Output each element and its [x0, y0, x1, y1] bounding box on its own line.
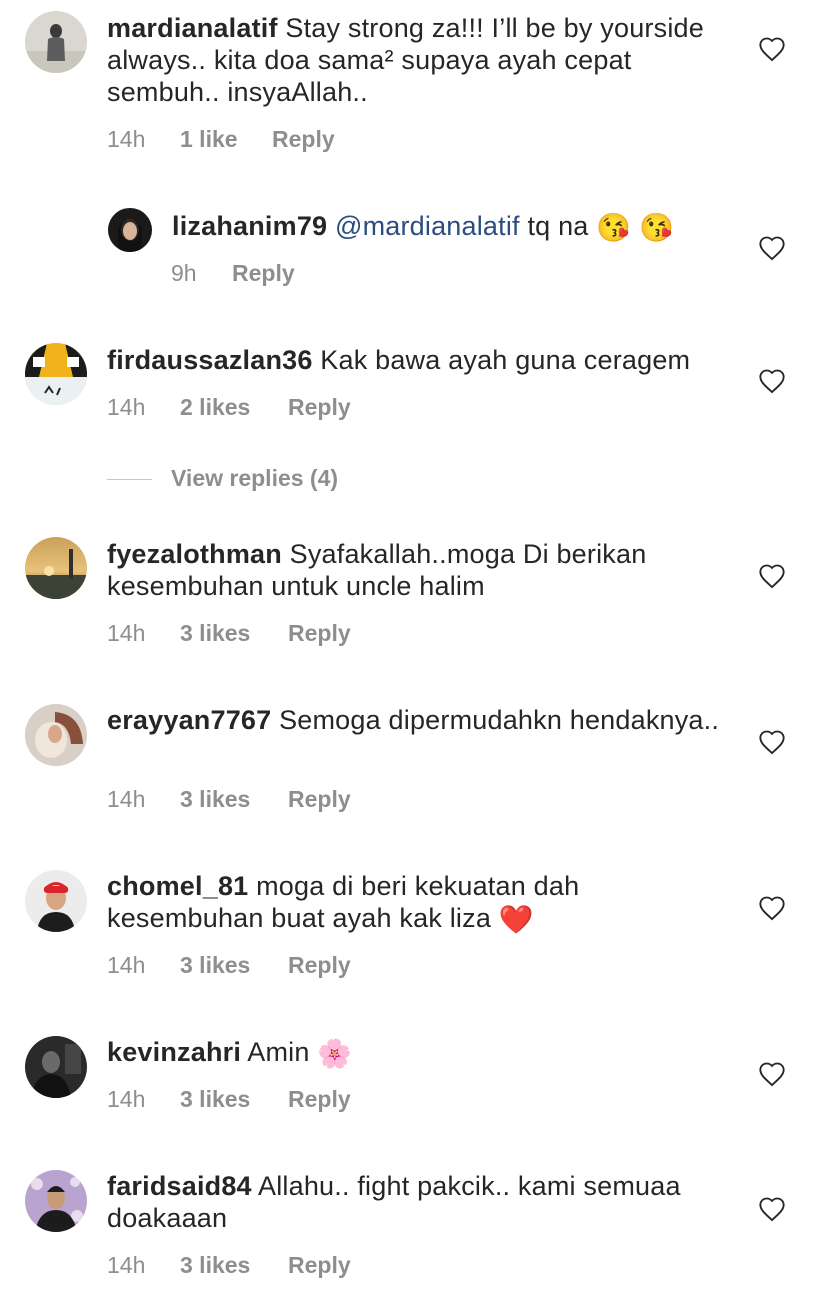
comment-likes[interactable]: 3 likes: [180, 1252, 250, 1279]
comment-username[interactable]: firdaussazlan36: [107, 345, 313, 375]
comment-text: erayyan7767 Semoga dipermudahkn hendakny…: [107, 704, 727, 736]
kiss-emoji: 😘 😘: [596, 212, 675, 243]
heart-outline-icon[interactable]: [758, 235, 786, 261]
reply-button[interactable]: Reply: [288, 786, 351, 813]
comment-likes[interactable]: 3 likes: [180, 786, 250, 813]
divider: [107, 479, 152, 480]
flower-emoji: 🌸: [317, 1038, 353, 1069]
comment-username[interactable]: erayyan7767: [107, 705, 271, 735]
comment-text: faridsaid84 Allahu.. fight pakcik.. kami…: [107, 1170, 727, 1234]
reply-button[interactable]: Reply: [288, 394, 351, 421]
heart-outline-icon[interactable]: [758, 895, 786, 921]
heart-outline-icon[interactable]: [758, 1061, 786, 1087]
comment-message: Kak bawa ayah guna ceragem: [320, 345, 691, 375]
comment-text: fyezalothman Syafakallah..moga Di berika…: [107, 538, 727, 602]
comment-text: chomel_81 moga di beri kekuatan dah kese…: [107, 870, 727, 934]
reply-button[interactable]: Reply: [288, 952, 351, 979]
comment-item: mardianalatif Stay strong za!!! I’ll be …: [0, 0, 828, 170]
heart-outline-icon[interactable]: [758, 1196, 786, 1222]
comment-time: 9h: [171, 260, 197, 286]
comment-time: 14h: [107, 620, 146, 646]
comment-item: erayyan7767 Semoga dipermudahkn hendakny…: [0, 690, 828, 820]
comment-time: 14h: [107, 126, 146, 152]
avatar[interactable]: [25, 1170, 87, 1232]
comment-message: Amin: [247, 1037, 310, 1067]
comment-likes[interactable]: 3 likes: [180, 1086, 250, 1113]
avatar[interactable]: [25, 11, 87, 73]
reply-button[interactable]: Reply: [288, 1252, 351, 1279]
comment-username[interactable]: chomel_81: [107, 871, 248, 901]
avatar[interactable]: [25, 343, 87, 405]
reply-button[interactable]: Reply: [272, 126, 335, 153]
avatar[interactable]: [108, 208, 152, 252]
comment-username[interactable]: faridsaid84: [107, 1171, 252, 1201]
view-replies-label: View replies (4): [171, 465, 339, 491]
comment-item: faridsaid84 Allahu.. fight pakcik.. kami…: [0, 1156, 828, 1286]
avatar[interactable]: [25, 1036, 87, 1098]
comment-username[interactable]: kevinzahri: [107, 1037, 241, 1067]
reply-button[interactable]: Reply: [288, 620, 351, 647]
comment-time: 14h: [107, 952, 146, 978]
comment-likes[interactable]: 2 likes: [180, 394, 250, 421]
avatar[interactable]: [25, 537, 87, 599]
reply-comment-item: lizahanim79 @mardianalatif tq na 😘 😘 9h …: [0, 180, 828, 300]
comment-text: kevinzahri Amin 🌸: [107, 1036, 727, 1068]
heart-emoji: ❤️: [498, 904, 534, 935]
heart-outline-icon[interactable]: [758, 729, 786, 755]
comment-text: mardianalatif Stay strong za!!! I’ll be …: [107, 12, 727, 108]
comment-item: firdaussazlan36 Kak bawa ayah guna cerag…: [0, 330, 828, 430]
avatar[interactable]: [25, 704, 87, 766]
mention-link[interactable]: @mardianalatif: [335, 211, 520, 241]
comment-likes[interactable]: 3 likes: [180, 952, 250, 979]
avatar[interactable]: [25, 870, 87, 932]
comment-username[interactable]: fyezalothman: [107, 539, 282, 569]
comment-time: 14h: [107, 786, 146, 812]
comment-item: kevinzahri Amin 🌸 14h 3 likes Reply: [0, 1022, 828, 1122]
comment-item: fyezalothman Syafakallah..moga Di berika…: [0, 524, 828, 654]
comment-username[interactable]: lizahanim79: [172, 211, 327, 241]
comment-message: Semoga dipermudahkn hendaknya..: [279, 705, 720, 735]
comment-item: chomel_81 moga di beri kekuatan dah kese…: [0, 856, 828, 986]
reply-button[interactable]: Reply: [288, 1086, 351, 1113]
heart-outline-icon[interactable]: [758, 368, 786, 394]
comment-time: 14h: [107, 1252, 146, 1278]
reply-button[interactable]: Reply: [232, 260, 295, 287]
comment-text: lizahanim79 @mardianalatif tq na 😘 😘: [172, 210, 732, 242]
comment-username[interactable]: mardianalatif: [107, 13, 278, 43]
comment-likes[interactable]: 1 like: [180, 126, 238, 153]
heart-outline-icon[interactable]: [758, 563, 786, 589]
comment-time: 14h: [107, 394, 146, 420]
comment-likes[interactable]: 3 likes: [180, 620, 250, 647]
heart-outline-icon[interactable]: [758, 36, 786, 62]
comment-time: 14h: [107, 1086, 146, 1112]
comment-message: tq na: [527, 211, 589, 241]
comment-text: firdaussazlan36 Kak bawa ayah guna cerag…: [107, 344, 727, 376]
